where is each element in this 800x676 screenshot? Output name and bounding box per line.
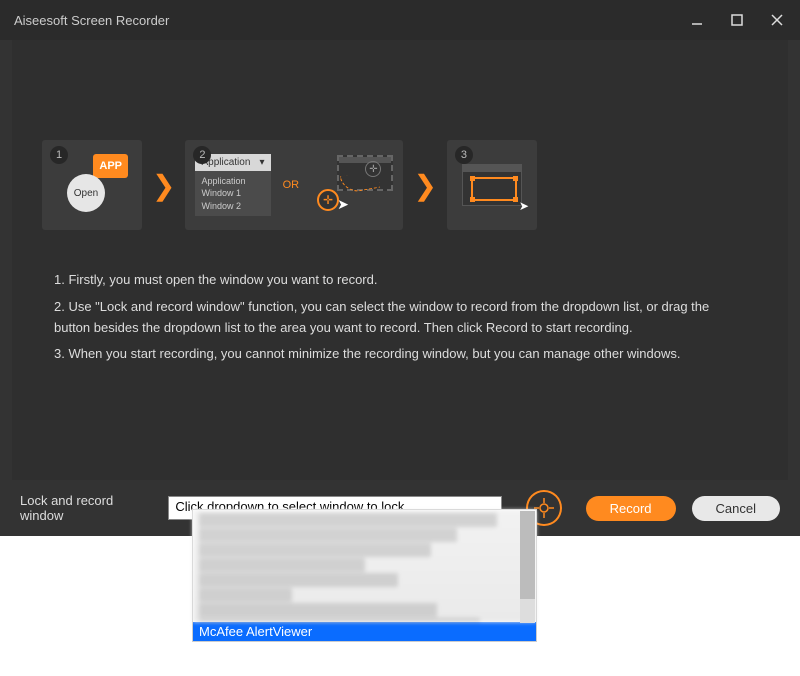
instruction-line-1: 1. Firstly, you must open the window you… (54, 270, 746, 291)
minimize-button[interactable] (684, 7, 710, 33)
close-button[interactable] (764, 7, 790, 33)
chevron-down-icon: ▾ (260, 157, 265, 168)
instruction-line-3: 3. When you start recording, you cannot … (54, 344, 746, 365)
illustration-dropdown: Application▾ Application Window 1 Window… (195, 154, 270, 217)
app-badge: APP (93, 154, 128, 178)
record-button[interactable]: Record (586, 496, 676, 521)
step-illustrations: 1 APP Open ❯ 2 Application▾ Application … (12, 40, 788, 250)
window-title: Aiseesoft Screen Recorder (10, 13, 684, 28)
chevron-right-icon: ❯ (152, 169, 175, 202)
step-2-card: 2 Application▾ Application Window 1 Wind… (185, 140, 403, 230)
open-label: Open (67, 174, 105, 212)
chevron-right-icon: ❯ (413, 169, 436, 202)
selection-illustration: ➤ (462, 164, 522, 206)
step-1-card: 1 APP Open (42, 140, 142, 230)
instruction-panel: 1 APP Open ❯ 2 Application▾ Application … (12, 40, 788, 480)
step-number: 3 (455, 146, 473, 164)
cursor-icon: ➤ (337, 196, 349, 213)
lock-window-label: Lock and record window (20, 493, 158, 523)
target-illustration: ✛ ✛ ➤ (311, 155, 393, 215)
app-window: Aiseesoft Screen Recorder 1 APP Open ❯ 2… (0, 0, 800, 536)
instruction-line-2: 2. Use "Lock and record window" function… (54, 297, 746, 339)
window-controls (684, 7, 790, 33)
maximize-button[interactable] (724, 7, 750, 33)
cancel-button[interactable]: Cancel (692, 496, 780, 521)
dropdown-options: Application Window 1 Window 2 (195, 171, 270, 217)
dropdown-scrollbar[interactable] (520, 511, 535, 623)
dropdown-selected-item[interactable]: McAfee AlertViewer (193, 622, 536, 641)
or-label: OR (283, 179, 300, 191)
step-3-card: 3 ➤ (447, 140, 537, 230)
window-dropdown-popup: McAfee AlertViewer (192, 509, 537, 642)
titlebar: Aiseesoft Screen Recorder (0, 0, 800, 40)
step-number: 1 (50, 146, 68, 164)
cursor-icon: ➤ (519, 199, 529, 213)
dropdown-blurred-items[interactable] (193, 510, 536, 622)
crosshair-icon: ✛ (317, 189, 339, 211)
instruction-text: 1. Firstly, you must open the window you… (12, 250, 788, 391)
